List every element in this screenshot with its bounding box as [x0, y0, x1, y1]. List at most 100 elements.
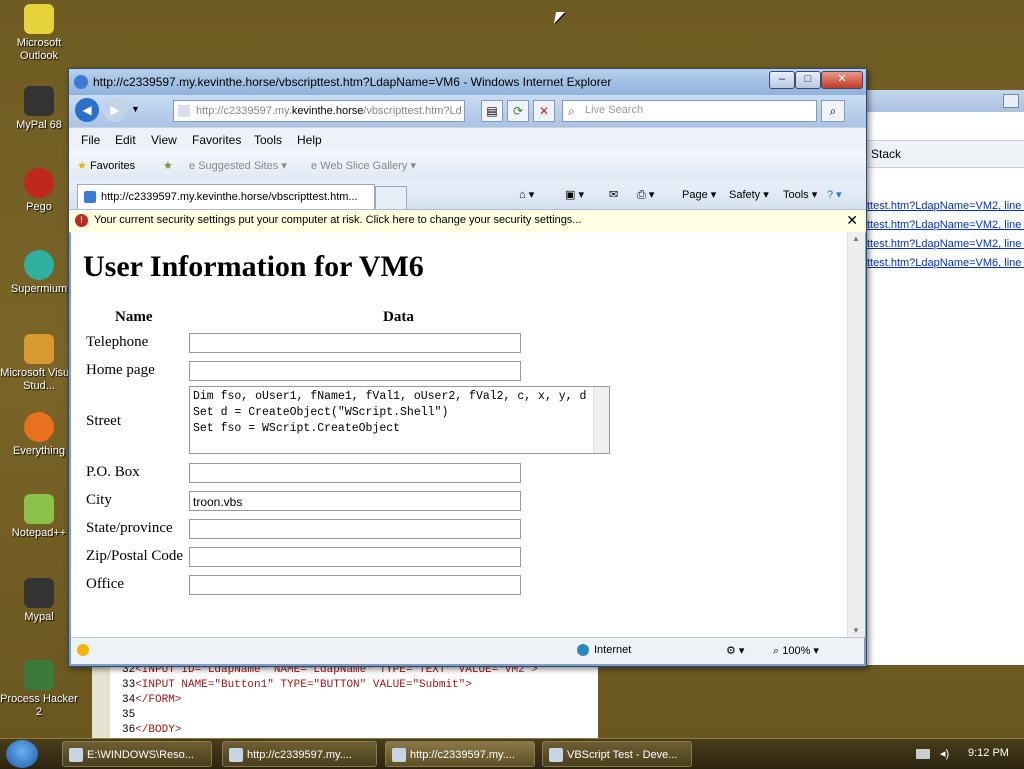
tab-current[interactable]: http://c2339597.my.kevinthe.horse/vbscri… [77, 184, 375, 209]
favorites-label: Favorites [89, 160, 136, 172]
feeds-icon[interactable]: ▣ ▾ [565, 188, 584, 201]
street-textarea[interactable]: Dim fso, oUser1, fName1, fVal1, oUser2, … [189, 386, 610, 454]
address-bar[interactable]: http://c2339597.my.kevinthe.horse/vbscri… [173, 100, 465, 122]
zone-label: Internet [594, 644, 632, 656]
stack-link[interactable]: ttest.htm?LdapName=VM2, line 3 [867, 200, 1024, 212]
line-number: 36 [122, 724, 136, 736]
safety-menu-button[interactable]: Safety ▾ [729, 188, 769, 201]
home-icon[interactable]: ⌂ ▾ [519, 188, 534, 201]
menu-bar: File Edit View Favorites Tools Help [69, 127, 866, 152]
stack-link[interactable]: ttest.htm?LdapName=VM2, line 3 [867, 219, 1024, 231]
page-icon [178, 105, 190, 118]
security-zone[interactable]: Internet [577, 644, 632, 657]
street-label: Street [86, 413, 121, 429]
search-button[interactable]: ⌕ [821, 100, 845, 122]
notepadpp-desktop-icon[interactable]: Notepad++ [0, 494, 78, 540]
pego-icon [24, 168, 54, 198]
city-field[interactable]: troon.vbs [189, 491, 521, 511]
stop-button[interactable]: ✕ [533, 100, 555, 122]
keyboard-tray-icon[interactable] [916, 749, 930, 759]
mouse-cursor-icon [553, 12, 566, 24]
menu-tools[interactable]: Tools [254, 133, 282, 147]
homepage-field[interactable] [189, 361, 521, 381]
pobox-field[interactable] [189, 463, 521, 483]
new-tab-button[interactable] [375, 186, 407, 209]
menu-view[interactable]: View [151, 133, 177, 147]
address-host: kevinthe.horse [291, 105, 364, 117]
start-button[interactable] [6, 740, 38, 768]
refresh-button[interactable]: ⟳ [507, 100, 529, 122]
outlook-desktop-icon[interactable]: Microsoft Outlook [0, 4, 78, 63]
close-button[interactable]: ✕ [821, 71, 863, 89]
taskbar-button-ie[interactable]: http://c2339597.my.... [385, 741, 535, 767]
recent-pages-dropdown[interactable]: ▼ [131, 104, 140, 114]
search-provider-icon: ⌕ [568, 104, 575, 118]
stack-link[interactable]: ttest.htm?LdapName=VM2, line 3 [867, 238, 1024, 250]
scroll-down-icon[interactable]: ▼ [852, 626, 860, 635]
zip-field[interactable] [189, 547, 521, 567]
ie-page-icon [84, 191, 96, 204]
pego-desktop-icon[interactable]: Pego [0, 168, 78, 214]
zoom-control[interactable]: ⌕ 100% ▾ [773, 644, 819, 658]
stack-link[interactable]: ttest.htm?LdapName=VM6, line 3 [867, 257, 1024, 269]
add-favorite-icon[interactable]: ★ [163, 159, 173, 172]
zoom-icon: ⌕ [773, 645, 780, 657]
read-mail-icon[interactable]: ✉ [609, 188, 618, 201]
suggested-sites-button[interactable]: e Suggested Sites ▾ [189, 159, 287, 172]
mypal68-desktop-icon[interactable]: MyPal 68 [0, 86, 78, 132]
menu-favorites[interactable]: Favorites [192, 133, 241, 147]
print-icon[interactable]: ⎙ ▾ [637, 188, 654, 202]
clock[interactable]: 9:12 PM [968, 747, 1009, 759]
menu-edit[interactable]: Edit [115, 133, 136, 147]
street-scrollbar[interactable] [593, 387, 609, 453]
taskbar-button-label: VBScript Test - Deve... [567, 749, 678, 761]
mypal-desktop-icon[interactable]: Mypal [0, 578, 78, 624]
web-slice-gallery-button[interactable]: e Web Slice Gallery ▾ [311, 159, 416, 172]
stack-pane-title: Stack [871, 147, 902, 161]
office-field[interactable] [189, 575, 521, 595]
protected-mode-icon[interactable]: ⚙ ▾ [726, 644, 744, 657]
state-field[interactable] [189, 519, 521, 539]
state-label: State/province [86, 520, 173, 536]
code-line: 33<INPUT NAME="Button1" TYPE="BUTTON" VA… [122, 679, 472, 691]
info-bar-text: Your current security settings put your … [94, 214, 582, 226]
status-progress-icon [77, 644, 89, 656]
everything-desktop-icon[interactable]: Everything [0, 412, 78, 458]
volume-tray-icon[interactable]: ◂) [940, 747, 949, 760]
help-icon[interactable]: ? ▾ [827, 188, 842, 201]
page-scrollbar[interactable]: ▲ ▼ [847, 232, 865, 637]
taskbar-button-explorer[interactable]: E:\WINDOWS\Reso... [62, 741, 212, 767]
back-button[interactable]: ◀ [75, 98, 99, 122]
ie-page-icon: e [189, 160, 196, 172]
minimize-button[interactable] [1003, 94, 1019, 108]
favorites-button[interactable]: ★ Favorites [77, 159, 135, 172]
code-editor[interactable]: 32<INPUT ID="LdapName" NAME="LdapName" T… [92, 660, 598, 738]
tools-menu-button[interactable]: Tools ▾ [783, 188, 817, 201]
taskbar-button-label: http://c2339597.my.... [410, 749, 515, 761]
tab-title: http://c2339597.my.kevinthe.horse/vbscri… [101, 191, 358, 203]
code-line: 34</FORM> [122, 694, 181, 706]
compatibility-view-icon[interactable]: ▤ [481, 100, 503, 122]
line-text: <INPUT NAME="Button1" TYPE="BUTTON" VALU… [135, 679, 472, 691]
search-input[interactable]: ⌕ Live Search [562, 100, 817, 122]
forward-button[interactable]: ▶ [103, 98, 127, 122]
security-info-bar[interactable]: ! Your current security settings put you… [69, 210, 866, 233]
process-hacker-desktop-icon[interactable]: Process Hacker 2 [0, 660, 78, 719]
raccoon-icon [24, 578, 54, 608]
taskbar-button-vs[interactable]: VBScript Test - Deve... [542, 741, 692, 767]
scroll-up-icon[interactable]: ▲ [852, 234, 860, 243]
menu-file[interactable]: File [81, 133, 100, 147]
close-info-bar-button[interactable]: ✕ [846, 212, 858, 229]
maximize-button[interactable]: □ [795, 71, 821, 89]
visual-studio-desktop-icon[interactable]: Microsoft Visual Stud... [0, 334, 78, 393]
visual-studio-icon [24, 334, 54, 364]
ie-titlebar[interactable]: http://c2339597.my.kevinthe.horse/vbscri… [69, 69, 866, 95]
menu-help[interactable]: Help [297, 133, 322, 147]
supermium-desktop-icon[interactable]: Supermium [0, 250, 78, 296]
visual-studio-icon [549, 748, 563, 762]
taskbar-button-browser1[interactable]: http://c2339597.my.... [222, 741, 377, 767]
page-menu-button[interactable]: Page ▾ [682, 188, 716, 201]
minimize-button[interactable]: – [769, 71, 795, 89]
desktop-icon-label: Process Hacker 2 [0, 693, 78, 718]
telephone-field[interactable] [189, 333, 521, 353]
